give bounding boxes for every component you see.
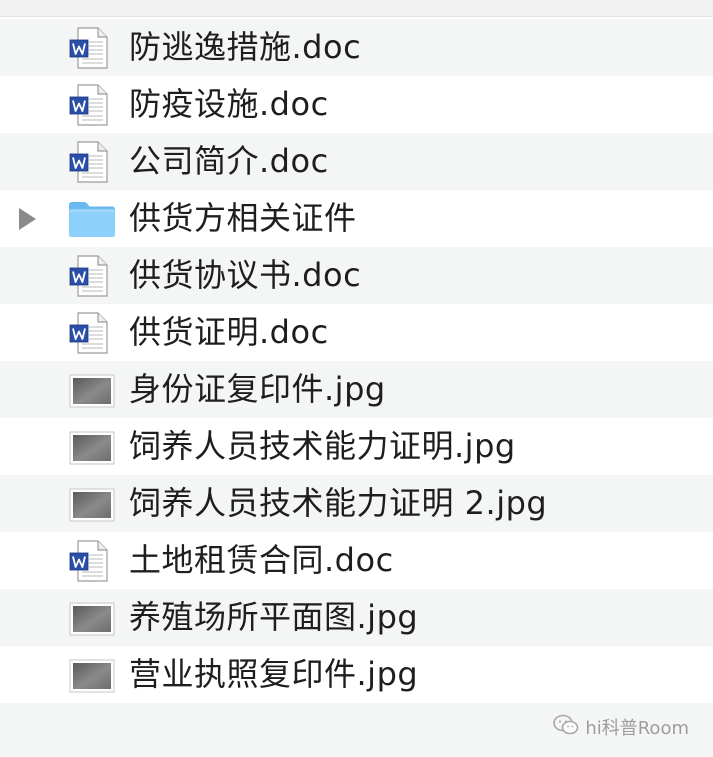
image-thumbnail-icon — [67, 483, 117, 525]
file-name: 公司简介.doc — [129, 142, 329, 180]
watermark-text: hi科普Room — [585, 718, 689, 739]
file-row[interactable]: 营业执照复印件.jpg — [0, 646, 713, 703]
image-thumbnail-icon — [67, 654, 117, 696]
list-top-edge — [0, 0, 713, 17]
image-thumbnail-icon — [67, 426, 117, 468]
file-row[interactable]: 养殖场所平面图.jpg — [0, 589, 713, 646]
wechat-icon — [553, 714, 579, 741]
folder-row[interactable]: 供货方相关证件 — [0, 190, 713, 247]
word-doc-icon — [67, 141, 117, 183]
file-row[interactable]: 公司简介.doc — [0, 133, 713, 190]
word-doc-icon — [67, 84, 117, 126]
image-thumbnail-icon — [67, 597, 117, 639]
file-name: 防疫设施.doc — [129, 85, 329, 123]
word-doc-icon — [67, 312, 117, 354]
file-name: 营业执照复印件.jpg — [129, 655, 419, 693]
word-doc-icon — [67, 255, 117, 297]
file-row[interactable]: 供货协议书.doc — [0, 247, 713, 304]
folder-icon — [67, 198, 117, 240]
file-row[interactable]: 土地租赁合同.doc — [0, 532, 713, 589]
disclosure-triangle-icon[interactable] — [14, 190, 40, 247]
file-name: 供货证明.doc — [129, 313, 329, 351]
file-row[interactable]: 饲养人员技术能力证明 2.jpg — [0, 475, 713, 532]
file-row[interactable]: 饲养人员技术能力证明.jpg — [0, 418, 713, 475]
word-doc-icon — [67, 27, 117, 69]
file-name: 土地租赁合同.doc — [129, 541, 394, 579]
file-row[interactable]: 防疫设施.doc — [0, 76, 713, 133]
file-name: 供货协议书.doc — [129, 256, 362, 294]
image-thumbnail-icon — [67, 369, 117, 411]
file-name: 养殖场所平面图.jpg — [129, 598, 419, 636]
file-row[interactable]: 防逃逸措施.doc — [0, 19, 713, 76]
file-row[interactable]: 身份证复印件.jpg — [0, 361, 713, 418]
file-name: 供货方相关证件 — [129, 199, 357, 237]
file-row[interactable]: 供货证明.doc — [0, 304, 713, 361]
file-name: 身份证复印件.jpg — [129, 370, 386, 408]
file-list: 防逃逸措施.doc 防疫设施.doc 公司简介.doc 供货方相关证件 供货协议… — [0, 19, 713, 703]
watermark: hi科普Room — [553, 712, 689, 742]
file-name: 饲养人员技术能力证明.jpg — [129, 427, 516, 465]
file-name: 防逃逸措施.doc — [129, 28, 362, 66]
file-name: 饲养人员技术能力证明 2.jpg — [129, 484, 548, 522]
word-doc-icon — [67, 540, 117, 582]
